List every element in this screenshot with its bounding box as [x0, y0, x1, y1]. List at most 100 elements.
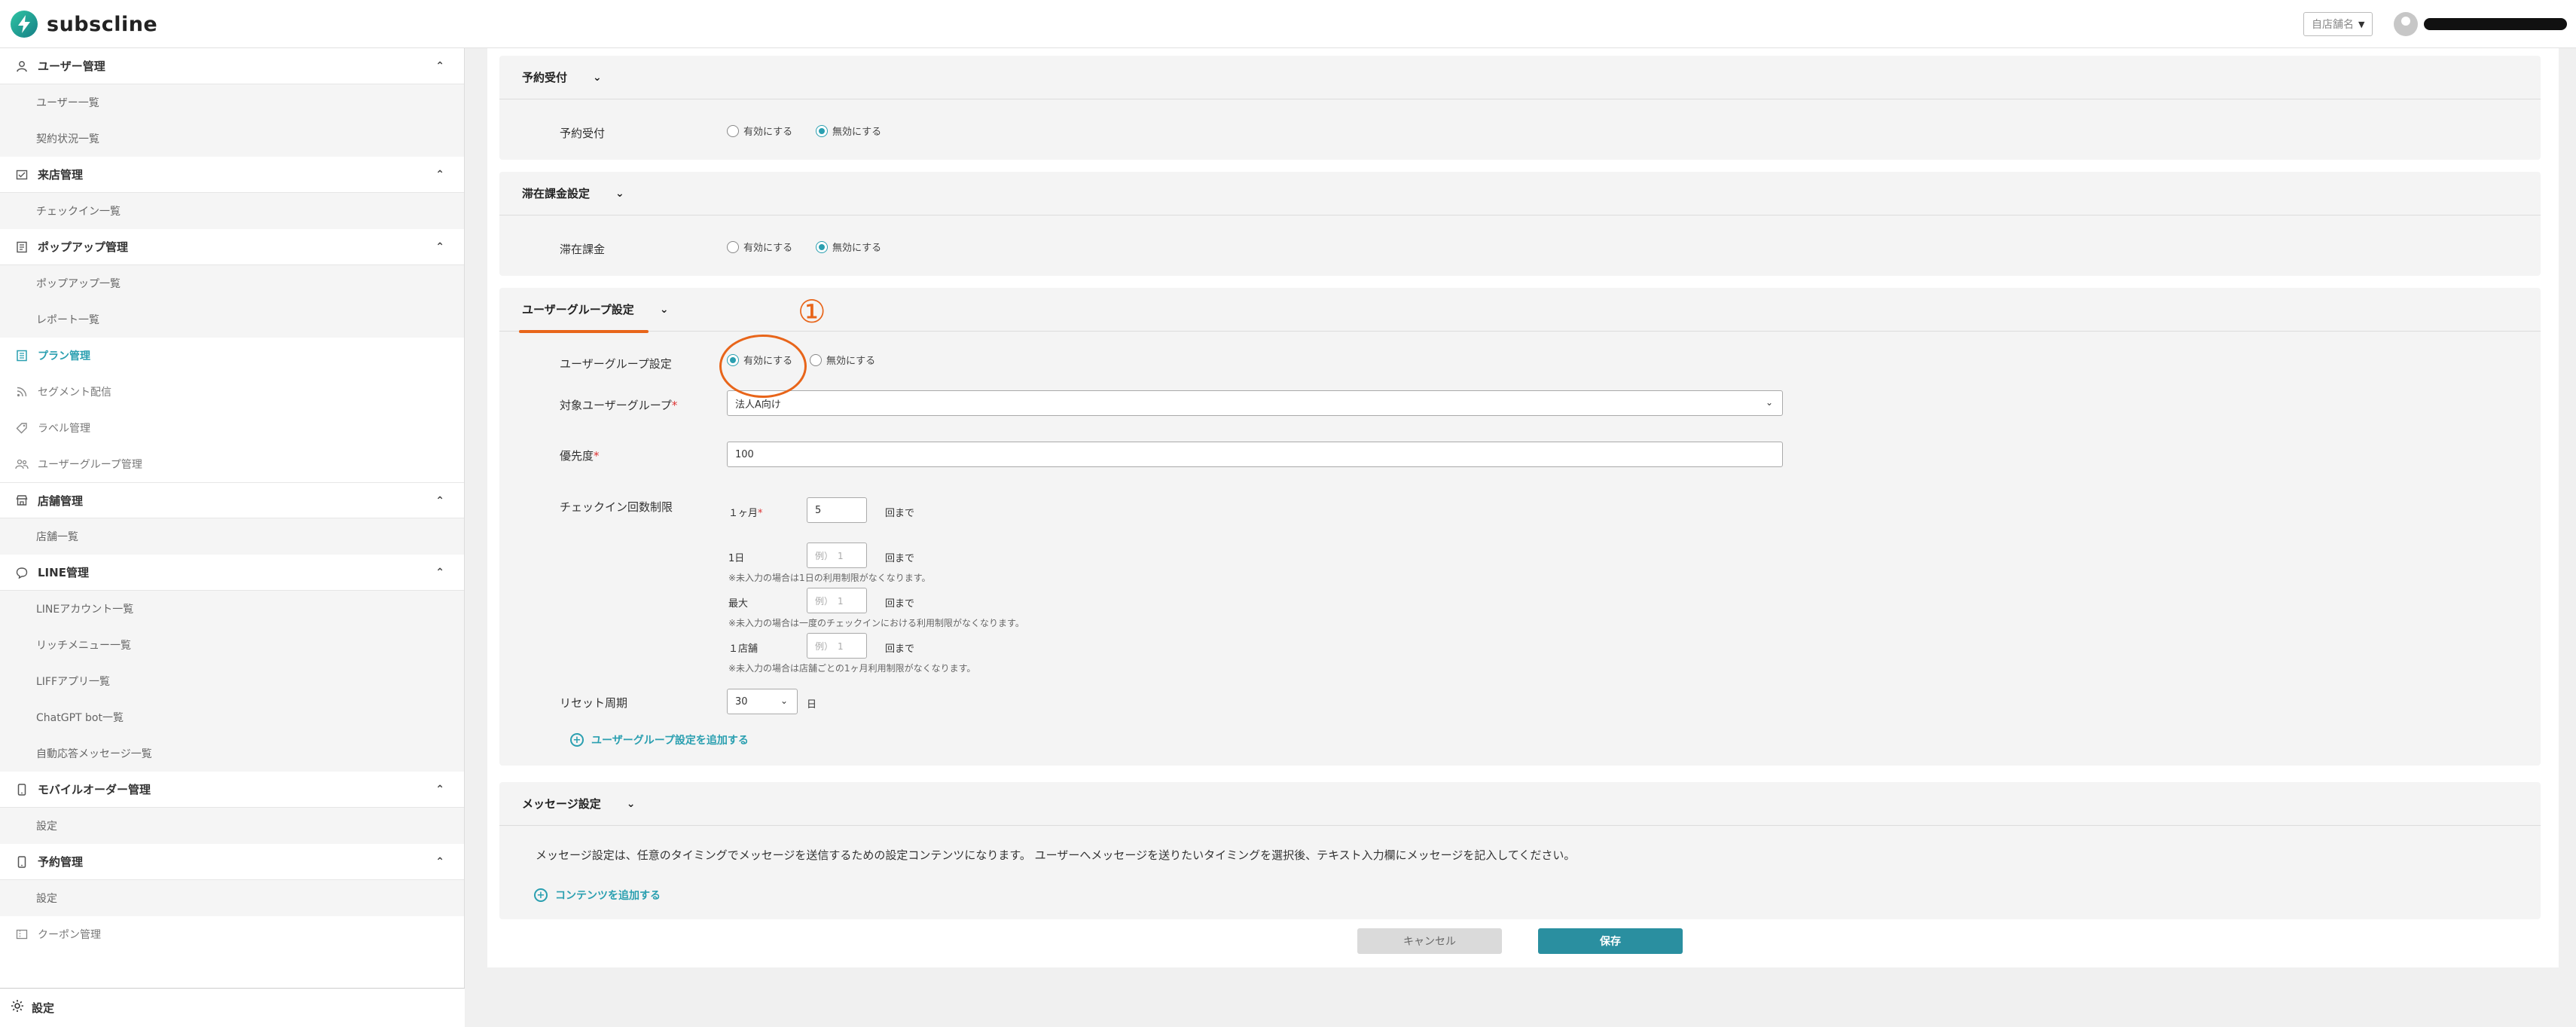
sidebar-item-popup-list[interactable]: ポップアップ一覧: [0, 265, 464, 301]
sidebar-item-user-group[interactable]: ユーザーグループ管理: [0, 446, 464, 482]
sidebar-item-chatgpt-bot[interactable]: ChatGPT bot一覧: [0, 699, 464, 735]
top-bar: subscline 自店舗名 ▼: [0, 0, 2576, 48]
radio-label: 無効にする: [832, 243, 882, 254]
person-icon: [14, 58, 30, 75]
chat-bubble-icon: [14, 564, 30, 581]
chevron-down-icon: ⌄: [780, 695, 788, 706]
sidebar-section-label: ポップアップ管理: [38, 240, 129, 254]
daily-until-label: 回まで: [885, 553, 915, 564]
reset-cycle-select[interactable]: 30 ⌄: [727, 689, 798, 714]
sidebar-section-label: LINE管理: [38, 566, 89, 579]
monthly-until-label: 回まで: [885, 508, 915, 519]
sidebar-section-user[interactable]: ユーザー管理 ⌃: [0, 48, 464, 84]
sidebar-item-label: クーポン管理: [38, 929, 101, 941]
user-group-disable-radio[interactable]: 無効にする: [810, 353, 875, 367]
avatar[interactable]: [2394, 12, 2418, 36]
app-name: subscline: [47, 12, 158, 36]
add-user-group-link[interactable]: + ユーザーグループ設定を追加する: [570, 732, 749, 747]
sidebar-item-label-management[interactable]: ラベル管理: [0, 410, 464, 446]
radio-dot: [816, 124, 828, 137]
stay-billing-panel-header[interactable]: 滞在課金設定 ⌄: [499, 172, 2541, 215]
plus-circle-icon: +: [534, 888, 548, 902]
sidebar-item-rich-menu[interactable]: リッチメニュー一覧: [0, 627, 464, 663]
stay-disable-radio[interactable]: 無効にする: [816, 240, 881, 254]
required-mark: *: [758, 508, 763, 519]
monthly-limit-input[interactable]: 5: [807, 497, 867, 523]
annotation-underline: [519, 330, 649, 333]
reset-cycle-label: リセット周期: [560, 696, 628, 710]
store-icon: [14, 492, 30, 509]
daily-limit-input[interactable]: 例） 1: [807, 543, 867, 568]
store-selector[interactable]: 自店舗名 ▼: [2303, 12, 2373, 36]
chevron-down-icon: ⌄: [1765, 397, 1773, 408]
sidebar-item-line-account[interactable]: LINEアカウント一覧: [0, 591, 464, 627]
sidebar-item-mobile-order-settings[interactable]: 設定: [0, 808, 464, 844]
sidebar-section-mobile-order[interactable]: モバイルオーダー管理 ⌃: [0, 772, 464, 808]
sidebar-section-popup[interactable]: ポップアップ管理 ⌃: [0, 229, 464, 265]
user-name-redacted: [2424, 18, 2567, 30]
user-group-setting-label: ユーザーグループ設定: [560, 357, 672, 371]
priority-label: 優先度*: [560, 448, 600, 463]
panel-title: 予約受付: [522, 71, 568, 84]
sidebar-item-reservation-settings[interactable]: 設定: [0, 880, 464, 916]
sidebar-item-plan[interactable]: プラン管理: [0, 338, 464, 374]
sidebar-item-store-list[interactable]: 店舗一覧: [0, 518, 464, 555]
sidebar-item-checkin-list[interactable]: チェックイン一覧: [0, 193, 464, 229]
max-limit-input[interactable]: 例） 1: [807, 588, 867, 613]
store-selector-label: 自店舗名: [2312, 19, 2354, 31]
sidebar-item-report-list[interactable]: レポート一覧: [0, 301, 464, 338]
priority-label-text: 優先度: [560, 449, 594, 463]
target-user-group-label-text: 対象ユーザーグループ: [560, 399, 672, 412]
chevron-up-icon: ⌃: [435, 784, 444, 796]
sidebar-item-label: ユーザーグループ管理: [38, 459, 142, 471]
chevron-up-icon: ⌃: [435, 241, 444, 253]
add-content-link[interactable]: + コンテンツを追加する: [534, 888, 661, 903]
sidebar-item-segment[interactable]: セグメント配信: [0, 374, 464, 410]
sidebar-item-contract-list[interactable]: 契約状況一覧: [0, 121, 464, 157]
required-mark: *: [671, 399, 678, 412]
app-logo[interactable]: subscline: [11, 11, 157, 38]
sidebar-item-liff-app[interactable]: LIFFアプリ一覧: [0, 663, 464, 699]
radio-label: 無効にする: [832, 127, 882, 138]
message-panel-header[interactable]: メッセージ設定 ⌄: [499, 782, 2541, 826]
stay-enable-radio[interactable]: 有効にする: [727, 240, 792, 254]
daily-note: ※未入力の場合は1日の利用制限がなくなります。: [728, 573, 931, 583]
reservation-enable-radio[interactable]: 有効にする: [727, 124, 792, 138]
radio-label: 無効にする: [826, 356, 876, 367]
cancel-button[interactable]: キャンセル: [1357, 928, 1502, 954]
chevron-down-icon: ⌄: [593, 71, 602, 84]
chevron-up-icon: ⌃: [435, 567, 444, 579]
add-link-label: ユーザーグループ設定を追加する: [591, 735, 749, 747]
add-link-label: コンテンツを追加する: [555, 890, 661, 902]
gear-icon: [11, 999, 24, 1016]
sidebar-section-label: 予約管理: [38, 855, 84, 869]
panel-title: ユーザーグループ設定: [522, 303, 634, 316]
chevron-down-icon: ⌄: [615, 187, 624, 200]
sidebar-item-user-list[interactable]: ユーザー一覧: [0, 84, 464, 121]
sidebar-section-label: ユーザー管理: [38, 60, 105, 73]
sidebar-item-label: ラベル管理: [38, 423, 90, 435]
chevron-down-icon: ▼: [2358, 19, 2365, 29]
target-user-group-select[interactable]: 法人A向け ⌄: [727, 390, 1783, 416]
priority-input[interactable]: 100: [727, 442, 1783, 467]
sidebar-settings[interactable]: 設定: [0, 988, 465, 1027]
sidebar-item-coupon[interactable]: クーポン管理: [0, 916, 464, 952]
sidebar: ユーザー管理 ⌃ ユーザー一覧 契約状況一覧 来店管理 ⌃ チェックイン一覧 ポ…: [0, 48, 465, 1027]
radio-dot: [816, 240, 828, 253]
sidebar-item-auto-reply[interactable]: 自動応答メッセージ一覧: [0, 735, 464, 772]
reservation-panel-header[interactable]: 予約受付 ⌄: [499, 56, 2541, 99]
sidebar-section-reservation[interactable]: 予約管理 ⌃: [0, 844, 464, 880]
sidebar-section-store[interactable]: 店舗管理 ⌃: [0, 482, 464, 518]
store-label: １店舗: [728, 643, 758, 655]
daily-label: 1日: [728, 553, 745, 564]
chevron-up-icon: ⌃: [435, 169, 444, 181]
store-limit-input[interactable]: 例） 1: [807, 633, 867, 659]
main-content: 予約受付 ⌄ 予約受付 有効にする 無効にする 滞在課金設定 ⌄ 滞在課金 有効…: [487, 48, 2559, 967]
save-button[interactable]: 保存: [1538, 928, 1683, 954]
group-icon: [14, 456, 30, 472]
sidebar-section-line[interactable]: LINE管理 ⌃: [0, 555, 464, 591]
sidebar-section-visit[interactable]: 来店管理 ⌃: [0, 157, 464, 193]
reservation-disable-radio[interactable]: 無効にする: [816, 124, 881, 138]
max-note: ※未入力の場合は一度のチェックインにおける利用制限がなくなります。: [728, 618, 1024, 628]
panel-title: メッセージ設定: [522, 797, 601, 811]
